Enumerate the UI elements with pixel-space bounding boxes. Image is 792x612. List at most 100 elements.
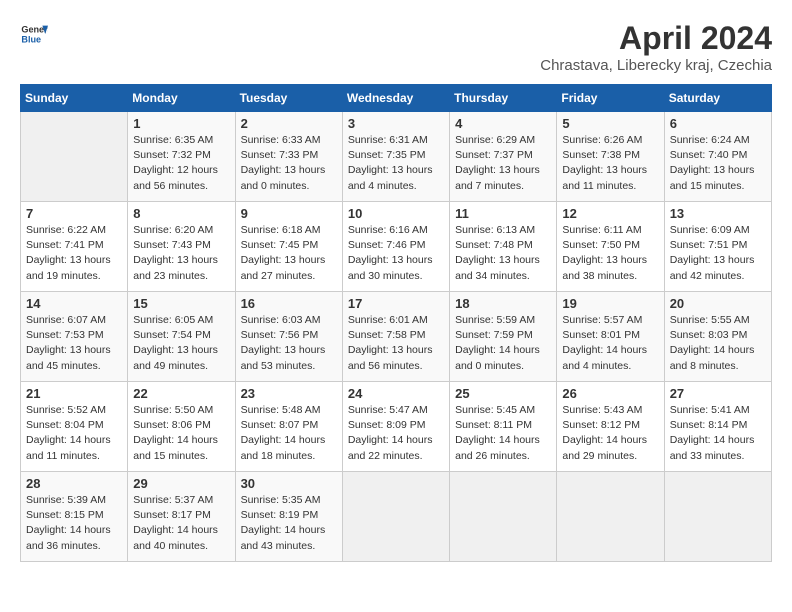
day-info: Sunrise: 6:09 AMSunset: 7:51 PMDaylight:… [670, 223, 766, 284]
day-number: 19 [562, 296, 658, 311]
day-number: 13 [670, 206, 766, 221]
day-info: Sunrise: 6:29 AMSunset: 7:37 PMDaylight:… [455, 133, 551, 194]
day-number: 8 [133, 206, 229, 221]
calendar-week-row: 21 Sunrise: 5:52 AMSunset: 8:04 PMDayligh… [21, 382, 772, 472]
day-number: 28 [26, 476, 122, 491]
day-info: Sunrise: 6:01 AMSunset: 7:58 PMDaylight:… [348, 313, 444, 374]
calendar-cell: 29 Sunrise: 5:37 AMSunset: 8:17 PMDayligh… [128, 472, 235, 562]
calendar-cell: 3Sunrise: 6:31 AMSunset: 7:35 PMDaylight… [342, 112, 449, 202]
calendar-cell: 15Sunrise: 6:05 AMSunset: 7:54 PMDayligh… [128, 292, 235, 382]
calendar-cell: 28 Sunrise: 5:39 AMSunset: 8:15 PMDayligh… [21, 472, 128, 562]
calendar-cell: 17 Sunrise: 6:01 AMSunset: 7:58 PMDayligh… [342, 292, 449, 382]
day-info: Sunrise: 5:37 AMSunset: 8:17 PMDaylight:… [133, 493, 229, 554]
page-header: General Blue April 2024 Chrastava, Liber… [20, 20, 772, 74]
calendar-cell: 19 Sunrise: 5:57 AMSunset: 8:01 PMDayligh… [557, 292, 664, 382]
day-info: Sunrise: 5:52 AMSunset: 8:04 PMDaylight:… [26, 403, 122, 464]
day-info: Sunrise: 6:16 AMSunset: 7:46 PMDaylight:… [348, 223, 444, 284]
calendar-week-row: 28 Sunrise: 5:39 AMSunset: 8:15 PMDayligh… [21, 472, 772, 562]
day-info: Sunrise: 6:18 AMSunset: 7:45 PMDaylight:… [241, 223, 337, 284]
calendar-week-row: 14 Sunrise: 6:07 AMSunset: 7:53 PMDayligh… [21, 292, 772, 382]
calendar-cell: 26 Sunrise: 5:43 AMSunset: 8:12 PMDayligh… [557, 382, 664, 472]
calendar-cell: 25 Sunrise: 5:45 AMSunset: 8:11 PMDayligh… [450, 382, 557, 472]
day-number: 27 [670, 386, 766, 401]
title-block: April 2024 Chrastava, Liberecky kraj, Cz… [540, 20, 772, 74]
weekday-header-monday: Monday [128, 85, 235, 112]
day-info: Sunrise: 6:11 AMSunset: 7:50 PMDaylight:… [562, 223, 658, 284]
svg-text:Blue: Blue [21, 34, 41, 44]
calendar-cell: 14 Sunrise: 6:07 AMSunset: 7:53 PMDayligh… [21, 292, 128, 382]
weekday-header-thursday: Thursday [450, 85, 557, 112]
calendar-week-row: 7 Sunrise: 6:22 AMSunset: 7:41 PMDaylight… [21, 202, 772, 292]
calendar-cell: 22 Sunrise: 5:50 AMSunset: 8:06 PMDayligh… [128, 382, 235, 472]
day-info: Sunrise: 6:24 AMSunset: 7:40 PMDaylight:… [670, 133, 766, 194]
weekday-header-saturday: Saturday [664, 85, 771, 112]
calendar-cell: 5 Sunrise: 6:26 AMSunset: 7:38 PMDaylight… [557, 112, 664, 202]
calendar-cell: 6 Sunrise: 6:24 AMSunset: 7:40 PMDaylight… [664, 112, 771, 202]
calendar-cell: 4 Sunrise: 6:29 AMSunset: 7:37 PMDaylight… [450, 112, 557, 202]
calendar-cell: 24 Sunrise: 5:47 AMSunset: 8:09 PMDayligh… [342, 382, 449, 472]
day-number: 11 [455, 206, 551, 221]
day-number: 22 [133, 386, 229, 401]
day-info: Sunrise: 5:41 AMSunset: 8:14 PMDaylight:… [670, 403, 766, 464]
day-info: Sunrise: 6:33 AMSunset: 7:33 PMDaylight:… [241, 133, 337, 194]
calendar-cell: 12Sunrise: 6:11 AMSunset: 7:50 PMDayligh… [557, 202, 664, 292]
calendar-cell: 16Sunrise: 6:03 AMSunset: 7:56 PMDayligh… [235, 292, 342, 382]
day-info: Sunrise: 6:03 AMSunset: 7:56 PMDaylight:… [241, 313, 337, 374]
calendar-cell: 2 Sunrise: 6:33 AMSunset: 7:33 PMDaylight… [235, 112, 342, 202]
calendar-cell: 18 Sunrise: 5:59 AMSunset: 7:59 PMDayligh… [450, 292, 557, 382]
calendar-cell: 7 Sunrise: 6:22 AMSunset: 7:41 PMDaylight… [21, 202, 128, 292]
day-number: 4 [455, 116, 551, 131]
day-info: Sunrise: 6:31 AMSunset: 7:35 PMDaylight:… [348, 133, 444, 194]
day-info: Sunrise: 6:13 AMSunset: 7:48 PMDaylight:… [455, 223, 551, 284]
day-info: Sunrise: 5:59 AMSunset: 7:59 PMDaylight:… [455, 313, 551, 374]
day-number: 24 [348, 386, 444, 401]
calendar-week-row: 1Sunrise: 6:35 AMSunset: 7:32 PMDaylight… [21, 112, 772, 202]
day-info: Sunrise: 6:20 AMSunset: 7:43 PMDaylight:… [133, 223, 229, 284]
day-number: 6 [670, 116, 766, 131]
calendar-cell: 13 Sunrise: 6:09 AMSunset: 7:51 PMDayligh… [664, 202, 771, 292]
day-number: 2 [241, 116, 337, 131]
logo-icon: General Blue [20, 20, 48, 48]
calendar-cell [342, 472, 449, 562]
day-number: 17 [348, 296, 444, 311]
day-info: Sunrise: 6:22 AMSunset: 7:41 PMDaylight:… [26, 223, 122, 284]
day-info: Sunrise: 5:55 AMSunset: 8:03 PMDaylight:… [670, 313, 766, 374]
day-number: 14 [26, 296, 122, 311]
day-number: 26 [562, 386, 658, 401]
month-title: April 2024 [540, 20, 772, 57]
calendar-cell: 21 Sunrise: 5:52 AMSunset: 8:04 PMDayligh… [21, 382, 128, 472]
calendar-cell: 10 Sunrise: 6:16 AMSunset: 7:46 PMDayligh… [342, 202, 449, 292]
location: Chrastava, Liberecky kraj, Czechia [540, 57, 772, 74]
day-info: Sunrise: 5:57 AMSunset: 8:01 PMDaylight:… [562, 313, 658, 374]
day-info: Sunrise: 5:39 AMSunset: 8:15 PMDaylight:… [26, 493, 122, 554]
weekday-header-wednesday: Wednesday [342, 85, 449, 112]
day-number: 25 [455, 386, 551, 401]
weekday-header-tuesday: Tuesday [235, 85, 342, 112]
calendar-cell: 23Sunrise: 5:48 AMSunset: 8:07 PMDayligh… [235, 382, 342, 472]
calendar-cell: 1Sunrise: 6:35 AMSunset: 7:32 PMDaylight… [128, 112, 235, 202]
day-info: Sunrise: 6:26 AMSunset: 7:38 PMDaylight:… [562, 133, 658, 194]
day-info: Sunrise: 5:50 AMSunset: 8:06 PMDaylight:… [133, 403, 229, 464]
calendar-cell: 20 Sunrise: 5:55 AMSunset: 8:03 PMDayligh… [664, 292, 771, 382]
day-number: 7 [26, 206, 122, 221]
calendar-cell: 8 Sunrise: 6:20 AMSunset: 7:43 PMDaylight… [128, 202, 235, 292]
calendar-table: SundayMondayTuesdayWednesdayThursdayFrid… [20, 84, 772, 562]
day-info: Sunrise: 5:47 AMSunset: 8:09 PMDaylight:… [348, 403, 444, 464]
weekday-header-friday: Friday [557, 85, 664, 112]
calendar-cell: 27 Sunrise: 5:41 AMSunset: 8:14 PMDayligh… [664, 382, 771, 472]
day-info: Sunrise: 6:07 AMSunset: 7:53 PMDaylight:… [26, 313, 122, 374]
day-info: Sunrise: 5:48 AMSunset: 8:07 PMDaylight:… [241, 403, 337, 464]
calendar-header: SundayMondayTuesdayWednesdayThursdayFrid… [21, 85, 772, 112]
weekday-header-row: SundayMondayTuesdayWednesdayThursdayFrid… [21, 85, 772, 112]
day-number: 5 [562, 116, 658, 131]
day-number: 10 [348, 206, 444, 221]
day-info: Sunrise: 6:35 AMSunset: 7:32 PMDaylight:… [133, 133, 229, 194]
day-number: 21 [26, 386, 122, 401]
day-number: 29 [133, 476, 229, 491]
day-number: 18 [455, 296, 551, 311]
calendar-cell [450, 472, 557, 562]
day-number: 15 [133, 296, 229, 311]
day-info: Sunrise: 5:45 AMSunset: 8:11 PMDaylight:… [455, 403, 551, 464]
day-number: 20 [670, 296, 766, 311]
day-info: Sunrise: 5:43 AMSunset: 8:12 PMDaylight:… [562, 403, 658, 464]
